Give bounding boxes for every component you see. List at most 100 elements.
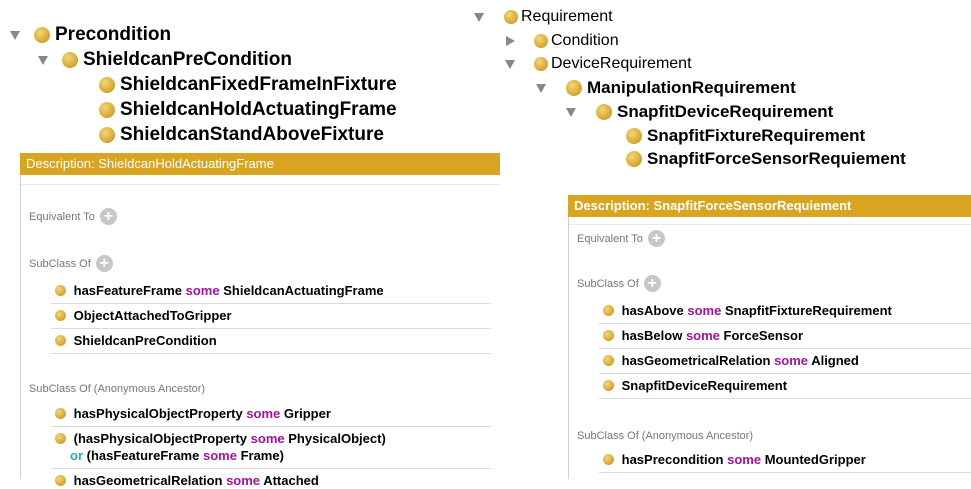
collapse-triangle-icon[interactable] xyxy=(566,107,576,117)
axiom-row[interactable]: hasPhysicalObjectProperty some Gripper xyxy=(55,405,331,422)
axiom-row[interactable]: hasBelow some ForceSensor xyxy=(603,327,803,344)
keyword-text: some xyxy=(246,406,281,421)
or-keyword-text: or xyxy=(70,448,83,463)
collapse-triangle-icon[interactable] xyxy=(38,55,48,65)
row-divider xyxy=(51,328,491,329)
tree-node-shieldcan-hold-frame[interactable]: ShieldcanHoldActuatingFrame xyxy=(99,99,397,121)
tree-node-snapfit-force-sensor[interactable]: SnapfitForceSensorRequiement xyxy=(626,149,906,169)
panel-header: Description: SnapfitForceSensorRequiemen… xyxy=(568,195,971,217)
row-divider xyxy=(599,348,971,349)
class-text: ShieldcanActuatingFrame xyxy=(223,283,384,298)
class-text: ShieldcanPreCondition xyxy=(73,333,217,348)
class-icon xyxy=(55,475,66,486)
axiom-row[interactable]: hasGeometricalRelation some Aligned xyxy=(603,352,859,369)
section-label: SubClass Of xyxy=(577,277,639,290)
expand-triangle-icon[interactable] xyxy=(506,36,515,46)
property-text: hasGeometricalRelation xyxy=(621,353,771,368)
class-text: Gripper xyxy=(283,406,331,421)
divider xyxy=(569,224,971,225)
panel-body: Equivalent To + SubClass Of + hasFeature… xyxy=(20,175,501,488)
class-icon xyxy=(603,355,614,366)
tree-node-shieldcan-precondition[interactable]: ShieldcanPreCondition xyxy=(38,49,292,71)
class-icon xyxy=(55,335,66,346)
keyword-text: some xyxy=(774,353,809,368)
axiom-row[interactable]: ObjectAttachedToGripper xyxy=(55,307,232,324)
tree-node-label: SnapfitDeviceRequirement xyxy=(617,102,834,121)
tree-node-device-requirement[interactable]: DeviceRequirement xyxy=(505,55,692,73)
tree-node-snapfit-fixture-requirement[interactable]: SnapfitFixtureRequirement xyxy=(626,126,865,146)
class-icon xyxy=(566,80,582,96)
tree-node-label: Condition xyxy=(551,32,619,49)
axiom-row[interactable]: hasFeatureFrame some ShieldcanActuatingF… xyxy=(55,282,384,299)
axiom-row[interactable]: (hasPhysicalObjectProperty some Physical… xyxy=(55,430,386,464)
subclass-of-section: SubClass Of + xyxy=(577,275,661,292)
row-divider xyxy=(51,303,491,304)
keyword-text: some xyxy=(250,431,285,446)
row-divider xyxy=(599,373,971,374)
keyword-text: some xyxy=(185,283,220,298)
class-icon xyxy=(603,305,614,316)
tree-node-precondition[interactable]: Precondition xyxy=(10,24,171,46)
collapse-triangle-icon[interactable] xyxy=(474,12,484,22)
subclass-of-section: SubClass Of + xyxy=(29,255,113,272)
collapse-triangle-icon[interactable] xyxy=(505,59,515,69)
row-divider xyxy=(51,353,491,354)
add-equivalent-button[interactable]: + xyxy=(99,208,117,225)
property-text: (hasPhysicalObjectProperty xyxy=(73,431,248,446)
property-text: (hasFeatureFrame xyxy=(86,448,200,463)
class-icon xyxy=(99,77,115,93)
class-icon xyxy=(534,34,548,48)
tree-node-label: Precondition xyxy=(55,24,172,45)
class-text: ObjectAttachedToGripper xyxy=(73,308,232,323)
keyword-text: some xyxy=(202,448,237,463)
tree-node-requirement[interactable]: Requirement xyxy=(474,8,613,26)
axiom-row[interactable]: hasAbove some SnapfitFixtureRequirement xyxy=(603,302,892,319)
axiom-row[interactable]: ShieldcanPreCondition xyxy=(55,332,217,349)
axiom-row[interactable]: hasGeometricalRelation some Attached xyxy=(55,472,319,489)
tree-node-label: ManipulationRequirement xyxy=(587,78,796,97)
property-text: hasBelow xyxy=(621,328,683,343)
class-icon xyxy=(534,57,548,71)
add-subclass-button[interactable]: + xyxy=(643,275,661,292)
description-panel-left: Description: ShieldcanHoldActuatingFrame… xyxy=(20,153,501,488)
subclass-anon-section: SubClass Of (Anonymous Ancestor) xyxy=(577,430,753,442)
panel-body: Equivalent To + SubClass Of + hasAbove s… xyxy=(568,217,971,479)
tree-node-snapfit-device-requirement[interactable]: SnapfitDeviceRequirement xyxy=(566,102,833,122)
tree-node-condition[interactable]: Condition xyxy=(506,32,619,50)
class-icon xyxy=(55,285,66,296)
property-text: hasGeometricalRelation xyxy=(73,473,223,488)
class-icon xyxy=(626,151,642,167)
axiom-row[interactable]: hasPrecondition some MountedGripper xyxy=(603,451,866,468)
keyword-text: some xyxy=(687,303,722,318)
tree-node-shieldcan-stand-above[interactable]: ShieldcanStandAboveFixture xyxy=(99,124,384,146)
divider xyxy=(21,184,501,185)
collapse-triangle-icon[interactable] xyxy=(536,83,546,93)
class-text: SnapfitDeviceRequirement xyxy=(621,378,788,393)
tree-node-label: ShieldcanHoldActuatingFrame xyxy=(120,99,397,120)
section-label: Equivalent To xyxy=(577,232,643,245)
class-text: MountedGripper xyxy=(764,452,866,467)
class-icon xyxy=(55,408,66,419)
add-equivalent-button[interactable]: + xyxy=(647,230,665,247)
panel-header: Description: ShieldcanHoldActuatingFrame xyxy=(20,153,500,175)
class-text: Attached xyxy=(263,473,319,488)
class-icon xyxy=(55,433,66,444)
collapse-triangle-icon[interactable] xyxy=(10,30,20,40)
class-icon xyxy=(34,27,50,43)
row-divider xyxy=(599,472,971,473)
add-subclass-button[interactable]: + xyxy=(95,255,113,272)
subclass-anon-section: SubClass Of (Anonymous Ancestor) xyxy=(29,383,205,395)
tree-node-manipulation-requirement[interactable]: ManipulationRequirement xyxy=(536,78,796,98)
class-icon xyxy=(62,52,78,68)
keyword-text: some xyxy=(727,452,762,467)
tree-node-label: DeviceRequirement xyxy=(551,55,692,72)
class-icon xyxy=(626,128,642,144)
tree-node-shieldcan-fixed-frame[interactable]: ShieldcanFixedFrameInFixture xyxy=(99,74,397,96)
tree-node-label: SnapfitFixtureRequirement xyxy=(647,126,866,145)
section-label: SubClass Of (Anonymous Ancestor) xyxy=(29,383,206,395)
property-text: hasPhysicalObjectProperty xyxy=(73,406,243,421)
section-label: SubClass Of (Anonymous Ancestor) xyxy=(577,430,754,442)
class-icon xyxy=(596,104,612,120)
axiom-row[interactable]: SnapfitDeviceRequirement xyxy=(603,377,787,394)
class-text: Frame) xyxy=(240,448,284,463)
